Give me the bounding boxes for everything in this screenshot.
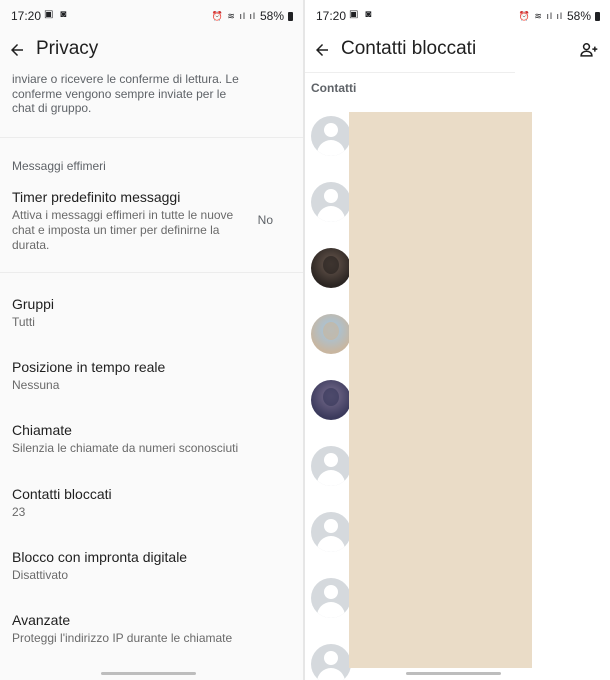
default-avatar-icon: [317, 602, 345, 618]
timer-value: No: [257, 213, 273, 227]
default-avatar-icon: [324, 453, 338, 467]
setting-title: Avanzate: [12, 612, 71, 628]
default-avatar-icon: [317, 206, 345, 222]
app-bar: Contatti bloccati: [305, 30, 610, 70]
status-bar: 17:20 ▣ ◙ ⏰ ≋ ıl ıl 58%: [305, 0, 610, 30]
section-header-contacts: Contatti: [311, 81, 357, 95]
setting-title: Chiamate: [12, 422, 72, 438]
default-avatar-icon: [317, 668, 345, 680]
status-time: 17:20: [316, 9, 347, 23]
contact-avatar[interactable]: [311, 446, 351, 486]
contact-avatar[interactable]: [311, 644, 351, 680]
default-avatar-icon: [317, 536, 345, 552]
setting-value: Disattivato: [12, 568, 69, 582]
section-header-ephemeral: Messaggi effimeri: [12, 159, 106, 173]
contact-avatar[interactable]: [311, 116, 351, 156]
status-time: 17:20: [11, 9, 42, 23]
setting-title: Gruppi: [12, 296, 55, 312]
contact-avatar[interactable]: [311, 314, 351, 354]
setting-value: Proteggi l'indirizzo IP durante le chiam…: [12, 631, 233, 645]
back-arrow-icon[interactable]: [309, 37, 335, 63]
blocked-contacts-screen: 17:20 ▣ ◙ ⏰ ≋ ıl ıl 58% Contatti bloccat…: [305, 0, 610, 680]
setting-title: Blocco con impronta digitale: [12, 549, 188, 565]
timer-description: Attiva i messaggi effimeri in tutte le n…: [12, 208, 234, 252]
setting-value: Tutti: [12, 315, 35, 329]
signal-icons: ⏰ ≋ ıl ıl: [518, 10, 563, 21]
setting-row-live-location[interactable]: Posizione in tempo reale Nessuna: [0, 358, 303, 393]
default-avatar-icon: [324, 189, 338, 203]
default-avatar-icon: [324, 651, 338, 665]
setting-row-fingerprint-lock[interactable]: Blocco con impronta digitale Disattivato: [0, 548, 303, 583]
status-right: ⏰ ≋ ıl ıl 58%: [519, 9, 600, 23]
gesture-nav-handle[interactable]: [101, 672, 196, 675]
app-bar: Privacy: [0, 30, 303, 70]
setting-row-groups[interactable]: Gruppi Tutti: [0, 295, 303, 330]
battery-level: 58%: [259, 9, 284, 23]
signal-icons: ⏰ ≋ ıl ıl: [211, 10, 256, 21]
status-bar: 17:20 ▣ ◙ ⏰ ≋ ıl ıl 58%: [0, 0, 303, 30]
profile-photo: [323, 322, 339, 340]
setting-value: Silenzia le chiamate da numeri sconosciu…: [12, 441, 239, 455]
setting-row-calls[interactable]: Chiamate Silenzia le chiamate da numeri …: [0, 421, 303, 456]
back-arrow-icon[interactable]: [4, 37, 30, 63]
contact-avatar[interactable]: [311, 380, 351, 420]
section-divider: [0, 272, 303, 273]
setting-value: 23: [12, 505, 26, 519]
timer-title: Timer predefinito messaggi: [12, 189, 181, 205]
notification-icons: ▣ ◙: [349, 9, 374, 20]
app-bar-divider: [305, 72, 515, 73]
page-title: Contatti bloccati: [341, 38, 477, 59]
default-avatar-icon: [324, 123, 338, 137]
contact-avatar[interactable]: [311, 578, 351, 618]
setting-value: Nessuna: [12, 378, 60, 392]
profile-photo: [323, 388, 339, 406]
notification-icons: ▣ ◙: [44, 9, 69, 20]
setting-title: Posizione in tempo reale: [12, 359, 166, 375]
battery-icon: [595, 11, 600, 21]
default-avatar-icon: [324, 585, 338, 599]
page-title: Privacy: [36, 38, 99, 59]
contact-avatar[interactable]: [311, 512, 351, 552]
default-avatar-icon: [324, 519, 338, 533]
redacted-contact-names: [349, 112, 532, 668]
battery-level: 58%: [566, 9, 591, 23]
read-receipts-description[interactable]: inviare o ricevere le conferme di lettur…: [12, 72, 242, 116]
contact-avatar[interactable]: [311, 182, 351, 222]
gesture-nav-handle[interactable]: [406, 672, 501, 675]
section-divider: [0, 137, 303, 138]
default-avatar-icon: [317, 140, 345, 156]
privacy-screen: 17:20 ▣ ◙ ⏰ ≋ ıl ıl 58% Privacy inviare …: [0, 0, 303, 680]
battery-icon: [288, 11, 293, 21]
default-avatar-icon: [317, 470, 345, 486]
contact-avatar[interactable]: [311, 248, 351, 288]
profile-photo: [323, 256, 339, 274]
setting-row-blocked-contacts[interactable]: Contatti bloccati 23: [0, 485, 303, 520]
setting-row-advanced[interactable]: Avanzate Proteggi l'indirizzo IP durante…: [0, 611, 303, 646]
add-contact-icon[interactable]: [576, 37, 602, 63]
setting-title: Contatti bloccati: [12, 486, 112, 502]
status-right: ⏰ ≋ ıl ıl 58%: [212, 9, 293, 23]
